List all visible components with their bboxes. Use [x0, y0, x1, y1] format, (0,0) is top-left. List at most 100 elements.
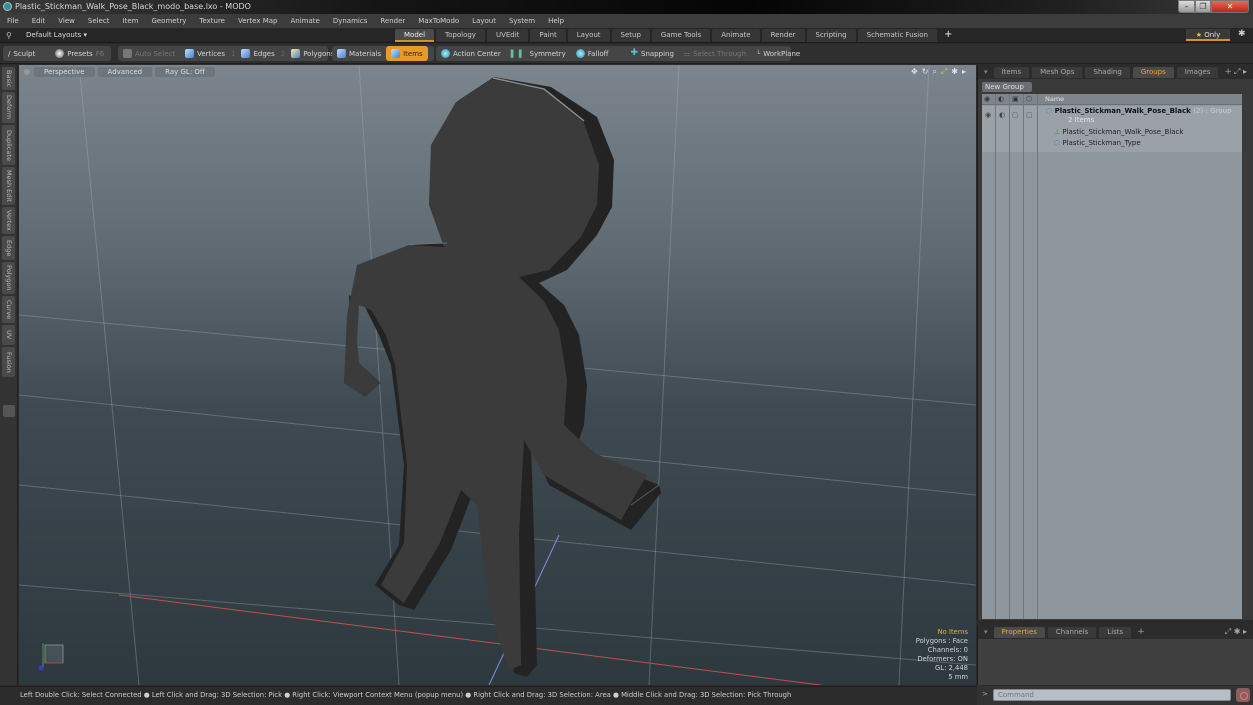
- tab-game-tools[interactable]: Game Tools: [651, 29, 711, 42]
- presets-button[interactable]: Presets F6: [50, 46, 109, 61]
- falloff-button[interactable]: Falloff: [571, 46, 614, 61]
- viewport-expand-icon[interactable]: ▸: [962, 67, 966, 77]
- vtab-duplicate[interactable]: Duplicate: [2, 125, 15, 165]
- pan-icon[interactable]: ✥: [911, 67, 918, 77]
- ray-gl-button[interactable]: Ray GL: Off: [155, 67, 215, 77]
- group-render-toggle[interactable]: ◐: [999, 111, 1005, 119]
- maximize-button[interactable]: ❐: [1195, 0, 1211, 13]
- sculpt-button[interactable]: / Sculpt: [3, 46, 40, 61]
- pin-icon[interactable]: ⚲: [6, 31, 12, 40]
- gear-icon[interactable]: ✱: [1238, 29, 1246, 39]
- menu-texture[interactable]: Texture: [192, 17, 231, 25]
- render-column-icon[interactable]: ◐: [998, 95, 1004, 103]
- tab-channels[interactable]: Channels: [1047, 626, 1097, 638]
- select-column-icon[interactable]: ⬡: [1026, 95, 1032, 103]
- group-select-toggle[interactable]: ▢: [1026, 111, 1033, 119]
- menu-layout[interactable]: Layout: [465, 17, 502, 25]
- menu-render[interactable]: Render: [373, 17, 411, 25]
- vtab-polygon[interactable]: Polygon: [2, 262, 15, 294]
- auto-select-button[interactable]: Auto Select: [118, 46, 180, 61]
- vtab-uv[interactable]: UV: [2, 325, 15, 345]
- lock-column-icon[interactable]: ▣: [1012, 95, 1019, 103]
- new-group-button[interactable]: New Group: [982, 82, 1032, 92]
- menu-vertex-map[interactable]: Vertex Map: [231, 17, 284, 25]
- viewport-options-dot[interactable]: [24, 69, 30, 75]
- tab-lists[interactable]: Lists: [1099, 626, 1132, 638]
- menu-geometry[interactable]: Geometry: [144, 17, 192, 25]
- menu-item[interactable]: Item: [116, 17, 145, 25]
- 3d-viewport[interactable]: Perspective Advanced Ray GL: Off ✥ ↻ ⌕ ⤢…: [19, 65, 976, 685]
- symmetry-button[interactable]: ▌▐ Symmetry: [506, 46, 571, 61]
- minimize-button[interactable]: –: [1178, 0, 1195, 13]
- close-button[interactable]: ✕: [1211, 0, 1249, 13]
- stickman-mesh[interactable]: [344, 77, 661, 677]
- tab-animate[interactable]: Animate: [712, 29, 760, 42]
- menu-dynamics[interactable]: Dynamics: [326, 17, 374, 25]
- menu-select[interactable]: Select: [81, 17, 116, 25]
- perspective-button[interactable]: Perspective: [34, 67, 95, 77]
- select-through-button[interactable]: ⚏ Select Through: [679, 46, 751, 61]
- tab-groups[interactable]: Groups: [1132, 66, 1174, 78]
- tab-topology[interactable]: Topology: [436, 29, 485, 42]
- vertices-button[interactable]: Vertices: [180, 46, 230, 61]
- vtab-mesh-edit[interactable]: Mesh Edit: [2, 167, 15, 205]
- items-button[interactable]: Items: [386, 46, 428, 61]
- group-child-row[interactable]: ⬡ Plastic_Stickman_Type: [1054, 139, 1141, 147]
- tab-scripting[interactable]: Scripting: [806, 29, 856, 42]
- group-lock-toggle[interactable]: ▢: [1012, 111, 1019, 119]
- menu-system[interactable]: System: [502, 17, 541, 25]
- group-child-row[interactable]: ⊥ Plastic_Stickman_Walk_Pose_Black: [1054, 128, 1183, 136]
- tab-model[interactable]: Model: [395, 29, 435, 42]
- rotate-icon[interactable]: ↻: [922, 67, 929, 77]
- vtab-edge[interactable]: Edge: [2, 236, 15, 260]
- tool-tabs-toggle[interactable]: [3, 405, 15, 417]
- tab-render[interactable]: Render: [761, 29, 805, 42]
- vtab-curve[interactable]: Curve: [2, 296, 15, 323]
- viewport-settings-icon[interactable]: ✱: [951, 67, 958, 77]
- vtab-basic[interactable]: Basic: [2, 67, 15, 90]
- visibility-column-icon[interactable]: ◉: [984, 95, 990, 103]
- tab-items[interactable]: Items: [993, 66, 1030, 78]
- tab-shading[interactable]: Shading: [1085, 66, 1130, 78]
- tab-setup[interactable]: Setup: [611, 29, 650, 42]
- vtab-fusion[interactable]: Fusion: [2, 347, 15, 377]
- tab-uvedit[interactable]: UVEdit: [486, 29, 529, 42]
- menu-help[interactable]: Help: [541, 17, 570, 25]
- menu-animate[interactable]: Animate: [283, 17, 325, 25]
- tab-properties[interactable]: Properties: [993, 626, 1045, 638]
- tab-layout[interactable]: Layout: [567, 29, 610, 42]
- menu-view[interactable]: View: [51, 17, 81, 25]
- tab-mesh-ops[interactable]: Mesh Ops: [1032, 66, 1083, 78]
- snapping-button[interactable]: ✚ Snapping: [625, 46, 678, 61]
- add-tab-button[interactable]: +: [939, 29, 957, 42]
- action-center-button[interactable]: Action Center: [436, 46, 506, 61]
- edges-button[interactable]: Edges: [236, 46, 279, 61]
- advanced-shading-button[interactable]: Advanced: [97, 67, 153, 77]
- workplane-button[interactable]: └ WorkPlane: [751, 46, 805, 61]
- command-input[interactable]: [993, 689, 1231, 701]
- fit-icon[interactable]: ⤢: [941, 67, 947, 77]
- vtab-vertex[interactable]: Vertex: [2, 207, 15, 234]
- zoom-icon[interactable]: ⌕: [932, 67, 936, 77]
- group-visibility-toggle[interactable]: ◉: [985, 111, 991, 119]
- only-toggle[interactable]: ★ Only: [1186, 29, 1230, 41]
- command-history-icon[interactable]: >: [982, 690, 988, 698]
- add-panel-tab-button[interactable]: +: [1221, 67, 1235, 77]
- tab-schematic-fusion[interactable]: Schematic Fusion: [857, 29, 937, 42]
- name-column-header[interactable]: Name: [1045, 95, 1064, 103]
- materials-button[interactable]: Materials: [332, 46, 386, 61]
- properties-expand-icon[interactable]: ⤢ ✱ ▸: [1225, 627, 1247, 637]
- menu-maxtomodo[interactable]: MaxToModo: [411, 17, 465, 25]
- tab-images[interactable]: Images: [1176, 66, 1219, 78]
- add-properties-tab-button[interactable]: +: [1134, 627, 1148, 637]
- properties-menu-icon[interactable]: ▾: [978, 628, 994, 636]
- tab-paint[interactable]: Paint: [530, 29, 566, 42]
- menu-file[interactable]: File: [0, 17, 25, 25]
- menu-edit[interactable]: Edit: [25, 17, 52, 25]
- default-layouts-dropdown[interactable]: Default Layouts ▾: [26, 31, 87, 39]
- panel-expand-icon[interactable]: ⤢ ▸: [1234, 67, 1247, 77]
- record-macro-button[interactable]: [1236, 688, 1250, 702]
- panel-menu-icon[interactable]: ▾: [978, 68, 994, 76]
- vtab-deform[interactable]: Deform: [2, 92, 15, 123]
- group-row[interactable]: ⬡ Plastic_Stickman_Walk_Pose_Black (2) :…: [1046, 107, 1232, 115]
